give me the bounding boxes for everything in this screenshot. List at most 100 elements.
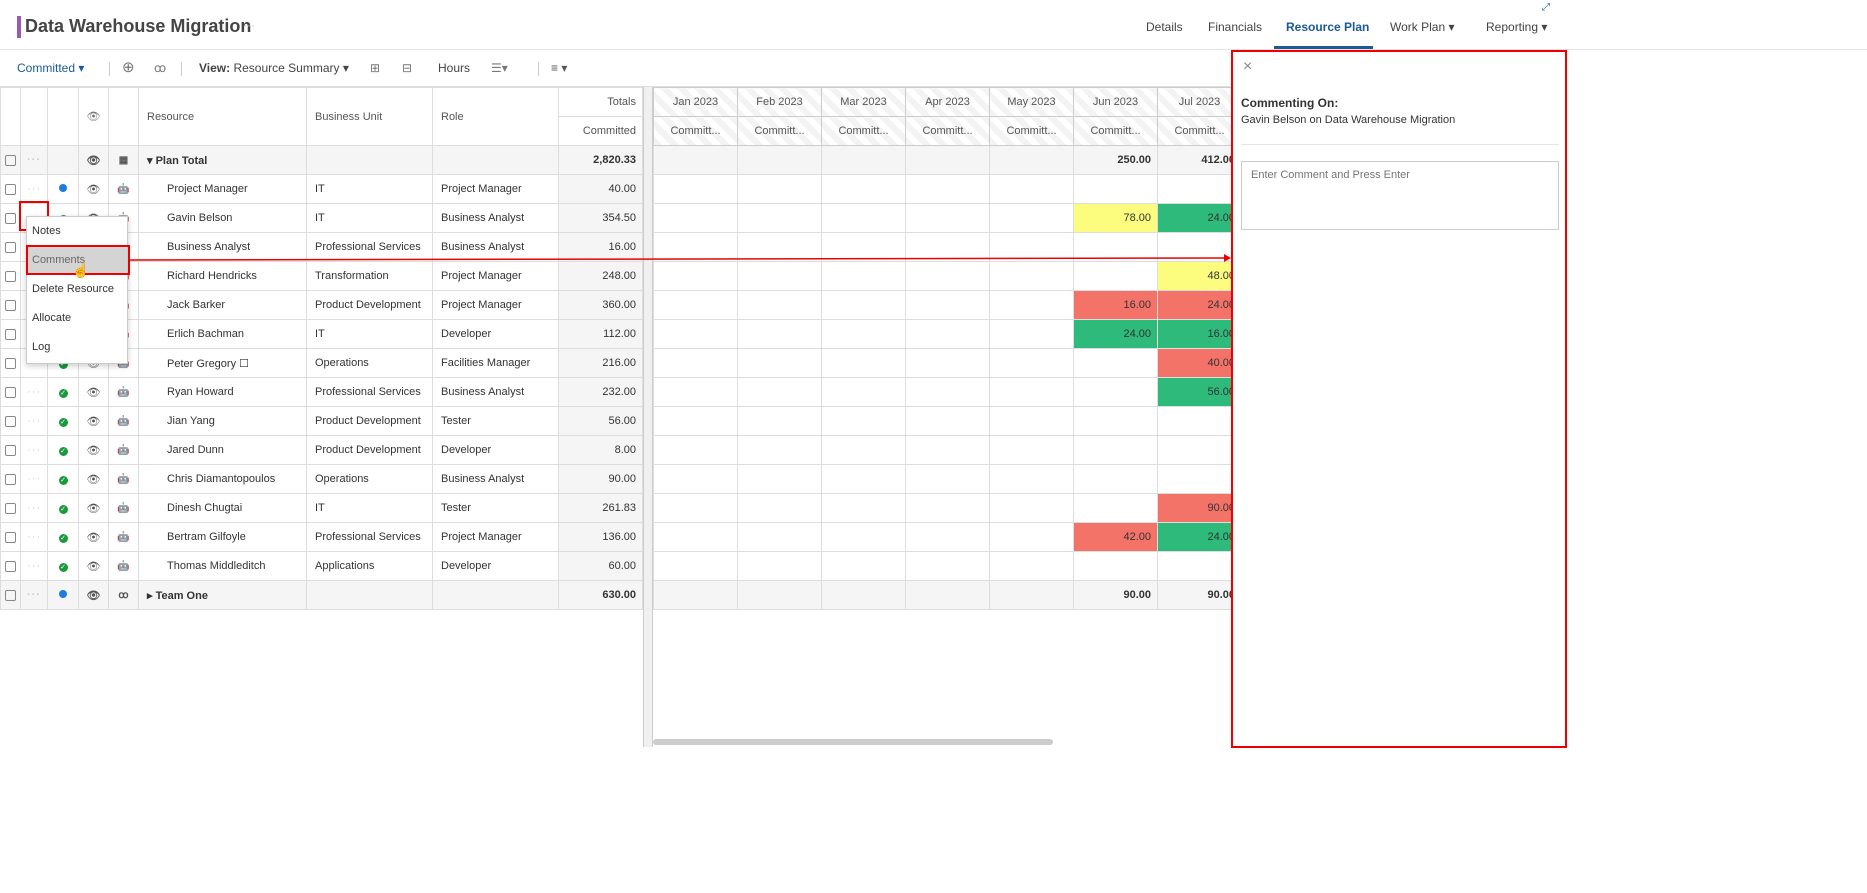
resource-name[interactable]: Jack Barker: [138, 290, 307, 320]
row-checkbox[interactable]: [5, 589, 16, 601]
month-cell[interactable]: [1073, 174, 1158, 204]
month-cell[interactable]: [821, 406, 906, 436]
month-cell[interactable]: [737, 319, 822, 349]
filter-icon[interactable]: ☰▾: [491, 61, 508, 75]
month-cell[interactable]: [1157, 174, 1242, 204]
month-cell[interactable]: [989, 580, 1074, 610]
month-cell[interactable]: [653, 377, 738, 407]
row-checkbox[interactable]: [5, 415, 16, 427]
expand-icon[interactable]: ⤢: [1542, 2, 1550, 13]
month-cell[interactable]: [821, 551, 906, 581]
month-cell[interactable]: [989, 493, 1074, 523]
month-cell[interactable]: 40.00: [1157, 348, 1242, 378]
visibility-icon[interactable]: 👁: [78, 406, 109, 436]
resource-name[interactable]: Project Manager: [138, 174, 307, 204]
close-icon[interactable]: ×: [1243, 58, 1252, 76]
row-checkbox[interactable]: [5, 386, 16, 398]
month-cell[interactable]: [905, 406, 990, 436]
month-cell[interactable]: [653, 464, 738, 494]
resource-name[interactable]: Thomas Middleditch: [138, 551, 307, 581]
month-cell[interactable]: [737, 348, 822, 378]
month-cell[interactable]: 90.00: [1073, 580, 1158, 610]
tab-0[interactable]: Details: [1146, 20, 1183, 34]
committed-dropdown[interactable]: Committed ▾: [17, 61, 84, 75]
menu-item-allocate[interactable]: Allocate: [27, 304, 127, 333]
month-cell[interactable]: 16.00: [1073, 290, 1158, 320]
month-cell[interactable]: [821, 493, 906, 523]
month-cell[interactable]: [905, 580, 990, 610]
month-cell[interactable]: [1073, 464, 1158, 494]
month-cell[interactable]: [1157, 435, 1242, 465]
month-cell[interactable]: [737, 522, 822, 552]
month-cell[interactable]: [653, 145, 738, 175]
visibility-icon[interactable]: 👁: [78, 551, 109, 581]
column-header[interactable]: Role: [432, 87, 559, 146]
month-cell[interactable]: [653, 406, 738, 436]
month-cell[interactable]: 90.00: [1157, 493, 1242, 523]
row-checkbox[interactable]: [5, 270, 16, 282]
month-cell[interactable]: [905, 174, 990, 204]
month-cell[interactable]: [821, 203, 906, 233]
month-cell[interactable]: [905, 493, 990, 523]
row-actions-icon[interactable]: ···: [20, 174, 48, 204]
month-cell[interactable]: [1073, 377, 1158, 407]
month-cell[interactable]: [1157, 406, 1242, 436]
column-header[interactable]: Resource: [138, 87, 307, 146]
month-cell[interactable]: [737, 406, 822, 436]
month-cell[interactable]: [653, 174, 738, 204]
month-cell[interactable]: [905, 377, 990, 407]
view-dropdown[interactable]: View: Resource Summary ▾: [199, 61, 349, 75]
month-cell[interactable]: [653, 522, 738, 552]
visibility-icon[interactable]: 👁: [78, 145, 109, 175]
tab-1[interactable]: Financials: [1208, 20, 1262, 34]
month-cell[interactable]: [737, 145, 822, 175]
row-actions-icon[interactable]: ···: [20, 435, 48, 465]
month-cell[interactable]: [1073, 348, 1158, 378]
menu-item-log[interactable]: Log: [27, 333, 127, 362]
resource-name[interactable]: Jian Yang: [138, 406, 307, 436]
row-checkbox[interactable]: [5, 299, 16, 311]
month-cell[interactable]: 24.00: [1073, 319, 1158, 349]
month-cell[interactable]: [653, 348, 738, 378]
month-cell[interactable]: [989, 435, 1074, 465]
month-cell[interactable]: [905, 551, 990, 581]
row-actions-icon[interactable]: ···: [20, 145, 48, 175]
row-actions-icon[interactable]: ···: [20, 406, 48, 436]
menu-item-delete-resource[interactable]: Delete Resource: [27, 275, 127, 304]
tab-3[interactable]: Work Plan ▾: [1390, 20, 1455, 34]
month-cell[interactable]: [821, 377, 906, 407]
horizontal-scrollbar[interactable]: [653, 739, 1053, 745]
month-cell[interactable]: [653, 580, 738, 610]
assign-resource-icon[interactable]: ꝏ: [154, 61, 166, 75]
month-cell[interactable]: [905, 319, 990, 349]
table-row[interactable]: ··· ✓ 👁 🤖 Jian Yang Product Development Tester…: [0, 406, 643, 436]
table-row[interactable]: ··· ✓ 👁 🤖 Dinesh Chugtai IT Tester 261.83: [0, 493, 643, 523]
row-actions-icon[interactable]: ···: [20, 493, 48, 523]
table-row[interactable]: ··· ✓ 👁 🤖 Chris Diamantopoulos Operations Busi…: [0, 464, 643, 494]
month-cell[interactable]: [737, 377, 822, 407]
month-cell[interactable]: 24.00: [1157, 522, 1242, 552]
month-cell[interactable]: [737, 174, 822, 204]
resource-name[interactable]: Dinesh Chugtai: [138, 493, 307, 523]
row-checkbox[interactable]: [5, 328, 16, 340]
resource-name[interactable]: Bertram Gilfoyle: [138, 522, 307, 552]
table-row[interactable]: ··· 👁 ꝏ ▸ Team One 630.00: [0, 580, 643, 610]
visibility-icon[interactable]: 👁: [78, 580, 109, 610]
month-cell[interactable]: [989, 551, 1074, 581]
month-cell[interactable]: [821, 348, 906, 378]
month-cell[interactable]: [737, 290, 822, 320]
row-actions-icon[interactable]: ···: [20, 377, 48, 407]
row-checkbox[interactable]: [5, 241, 16, 253]
tab-4[interactable]: Reporting ▾: [1486, 20, 1547, 34]
visibility-icon[interactable]: 👁: [78, 435, 109, 465]
visibility-icon[interactable]: 👁: [78, 377, 109, 407]
month-cell[interactable]: 56.00: [1157, 377, 1242, 407]
month-cell[interactable]: [821, 464, 906, 494]
row-actions-icon[interactable]: ···: [20, 551, 48, 581]
month-cell[interactable]: [653, 551, 738, 581]
month-cell[interactable]: [653, 493, 738, 523]
month-cell[interactable]: [821, 435, 906, 465]
more-icon[interactable]: ···: [243, 18, 255, 32]
resource-name[interactable]: Ryan Howard: [138, 377, 307, 407]
collapse-all-icon[interactable]: ⊟: [402, 61, 412, 75]
